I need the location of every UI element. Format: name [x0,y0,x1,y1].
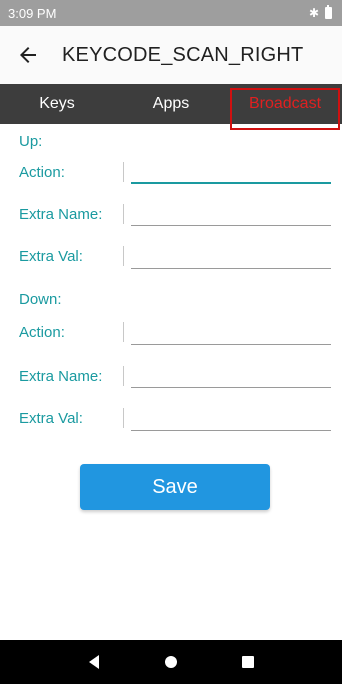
status-time: 3:09 PM [8,5,57,21]
field-divider [123,204,124,224]
down-extra-val-label: Extra Val: [19,410,83,427]
status-bar: 3:09 PM ✱ [0,0,342,26]
up-section-title: Up: [19,133,43,150]
down-extra-name-field[interactable] [131,360,331,388]
field-divider [123,322,124,342]
up-extra-val-field[interactable] [131,241,331,269]
field-divider [123,366,124,386]
up-action-label: Action: [19,164,65,181]
tab-bar: Keys Apps Broadcast [0,84,342,130]
navigation-bar [0,640,342,684]
up-extra-name-field[interactable] [131,198,331,226]
down-extra-name-label: Extra Name: [19,368,103,385]
up-extra-name-label: Extra Name: [19,206,103,223]
down-action-label: Action: [19,324,65,341]
up-action-field[interactable] [131,156,331,184]
down-action-field[interactable] [131,317,331,345]
tab-keys[interactable]: Keys [0,84,114,124]
down-section-title: Down: [19,291,62,308]
battery-icon [325,5,332,19]
app-bar: KEYCODE_SCAN_RIGHT [0,26,342,84]
nav-home-icon [164,656,177,668]
field-divider [123,246,124,266]
nav-recents-icon [242,656,255,668]
tab-broadcast[interactable]: Broadcast [228,84,342,130]
tab-apps[interactable]: Apps [114,84,228,124]
field-divider [123,408,124,428]
bluetooth-icon: ✱ [308,6,319,20]
status-icons: ✱ [308,5,332,20]
nav-back-icon [88,655,99,669]
down-extra-val-field[interactable] [131,403,331,431]
tab-keys-label: Keys [39,95,75,112]
nav-back-button[interactable] [74,642,114,682]
nav-home-button[interactable] [151,642,191,682]
tab-broadcast-label: Broadcast [248,95,322,112]
nav-recents-button[interactable] [228,642,268,682]
field-divider [123,162,124,182]
tab-apps-label: Apps [152,95,190,112]
up-extra-val-label: Extra Val: [19,248,83,265]
page-title: KEYCODE_SCAN_RIGHT [62,43,304,66]
arrow-left-icon[interactable] [16,43,40,67]
save-button[interactable]: Save [80,464,270,510]
